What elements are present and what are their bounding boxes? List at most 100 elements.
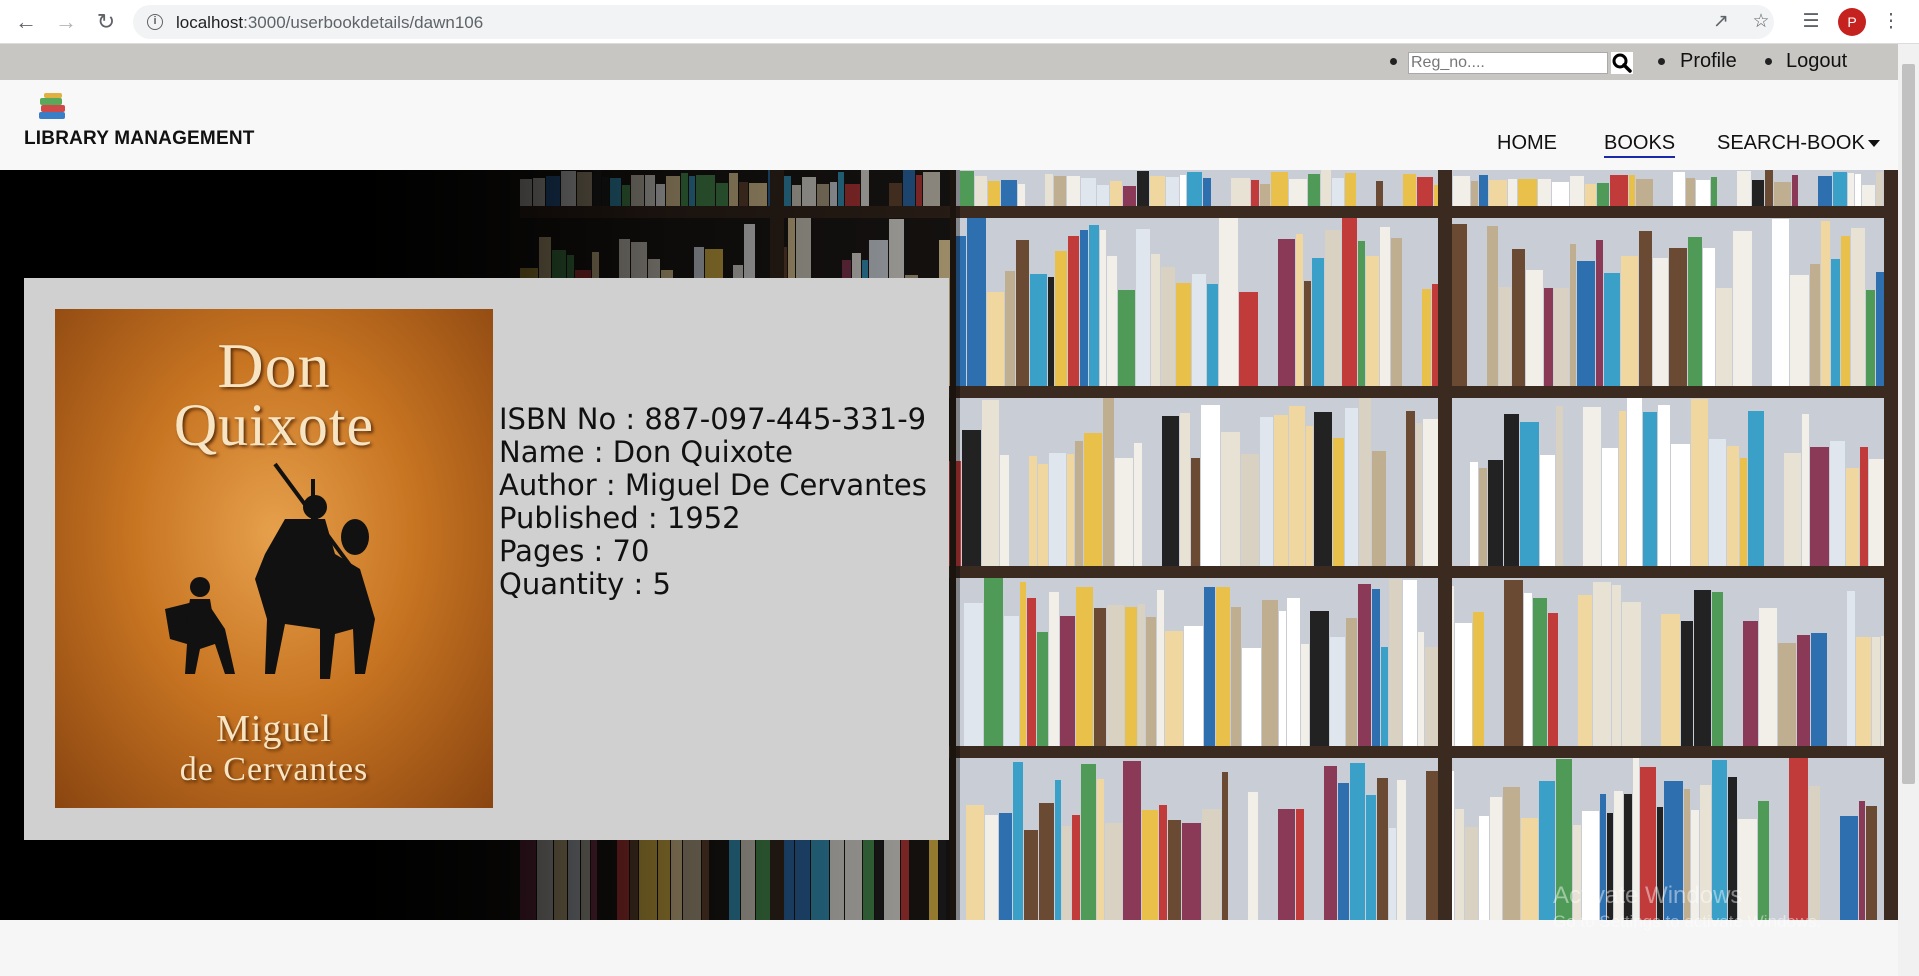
nav-home[interactable]: HOME (1497, 132, 1557, 155)
shelf-book (1748, 411, 1764, 566)
shelf-book (1792, 175, 1798, 206)
shelf-book (1709, 439, 1726, 566)
shelf-book (1191, 458, 1200, 566)
shelf-book (1621, 256, 1638, 386)
shelf-book (1067, 176, 1080, 206)
shelf-book (1389, 828, 1396, 920)
shelf-book (1831, 259, 1840, 386)
shelf-book (1176, 283, 1191, 386)
url-text[interactable]: localhost:3000/userbookdetails/dawn106 (176, 13, 483, 33)
shelf-book (1533, 598, 1547, 746)
shelf-book (1544, 288, 1553, 386)
shelf-book (1115, 458, 1133, 566)
forward-icon[interactable]: → (52, 8, 80, 36)
shelf-book (1325, 230, 1341, 386)
shelf-book (1653, 258, 1668, 386)
shelf-book (1201, 405, 1220, 566)
shelf-book (1479, 175, 1488, 206)
shelf-book (1279, 611, 1286, 746)
logout-link[interactable]: Logout (1786, 50, 1847, 73)
share-icon[interactable]: ↗ (1707, 8, 1735, 36)
shelf-book (1067, 454, 1074, 566)
shelf-book (1239, 292, 1258, 386)
shelf-book (1372, 589, 1380, 746)
shelf-book (1182, 823, 1201, 920)
menu-icon[interactable]: ⋮ (1877, 8, 1905, 36)
shelf-book (1471, 181, 1478, 206)
nav-search-book-label: SEARCH-BOOK (1717, 132, 1865, 154)
shelf-book (1499, 287, 1511, 386)
bullet-icon (1390, 58, 1397, 65)
shelf-book (1134, 443, 1142, 566)
reload-icon[interactable]: ↻ (92, 8, 120, 36)
shelf-book (1851, 228, 1865, 386)
shelf-book (1856, 637, 1871, 746)
shelf-book (1287, 598, 1300, 746)
shelf-book (1159, 805, 1167, 920)
shelf-book (1473, 612, 1484, 746)
shelf-book (964, 603, 983, 746)
shelf-book (1797, 635, 1810, 746)
shelf-book (1289, 179, 1307, 206)
shelf-book (1508, 179, 1517, 206)
windows-activation-watermark: Activate Windows Go to Settings to activ… (1553, 882, 1821, 932)
address-bar[interactable]: i localhost:3000/userbookdetails/dawn106 (133, 5, 1774, 39)
shelf-book (1278, 239, 1295, 386)
shelf-book (1504, 414, 1519, 566)
shelf-book (1125, 607, 1137, 746)
shelf-book (1643, 412, 1657, 566)
shelf-book (1304, 281, 1311, 386)
isbn-text: ISBN No : 887-097-445-331-9 (499, 402, 927, 436)
books-logo-icon[interactable] (36, 92, 68, 122)
search-icon[interactable] (1611, 52, 1633, 74)
back-icon[interactable]: ← (12, 8, 40, 36)
shelf-book (1165, 631, 1183, 746)
shelf-book (1333, 438, 1344, 566)
shelf-book (1231, 178, 1250, 206)
bullet-icon (1765, 58, 1772, 65)
shelf-book (1137, 171, 1149, 206)
nav-search-book[interactable]: SEARCH-BOOK (1717, 132, 1880, 155)
shelf-book (1068, 236, 1079, 386)
shelf-book (1301, 644, 1309, 746)
shelf-book (1694, 590, 1711, 746)
shelf-book (1274, 415, 1288, 566)
shelf-book (1774, 182, 1791, 206)
vertical-scrollbar[interactable] (1898, 44, 1919, 976)
shelf-book (1278, 809, 1295, 920)
profile-link[interactable]: Profile (1680, 50, 1737, 73)
shelf-book (1345, 408, 1358, 566)
shelf-book (1342, 218, 1357, 386)
shelf-book (1526, 270, 1543, 386)
shelf-book (982, 400, 999, 566)
shelf-book (1504, 580, 1523, 746)
shelf-book (1790, 275, 1809, 386)
shelf-book (1204, 587, 1215, 746)
shelf-book (1479, 468, 1487, 566)
shelf-book (1100, 230, 1106, 386)
scrollbar-thumb[interactable] (1902, 64, 1915, 784)
shelf-book (1821, 221, 1830, 386)
info-icon[interactable]: i (147, 14, 163, 30)
shelf-book (1397, 780, 1406, 920)
star-icon[interactable]: ☆ (1747, 8, 1775, 36)
shelf-book (1262, 600, 1278, 746)
shelf-book (1425, 647, 1439, 746)
shelf-book (984, 578, 1003, 746)
shelf-book (1146, 617, 1156, 746)
reg-no-search-input[interactable] (1408, 52, 1608, 74)
shelf-book (1084, 433, 1102, 566)
shelf-book (1221, 432, 1240, 566)
shelf-book (1310, 611, 1329, 746)
shelf-book (1759, 608, 1777, 746)
shelf-book (1161, 267, 1175, 386)
shelf-book (1324, 766, 1337, 920)
shelf-book (1049, 592, 1059, 746)
media-icon[interactable]: ☰ (1797, 8, 1825, 36)
nav-books[interactable]: BOOKS (1604, 132, 1676, 158)
shelf-book (1366, 256, 1379, 386)
shelf-book (1489, 180, 1507, 206)
brand-title[interactable]: LIBRARY MANAGEMENT (24, 128, 255, 150)
shelf-book (1487, 226, 1498, 386)
avatar[interactable]: P (1838, 8, 1866, 36)
